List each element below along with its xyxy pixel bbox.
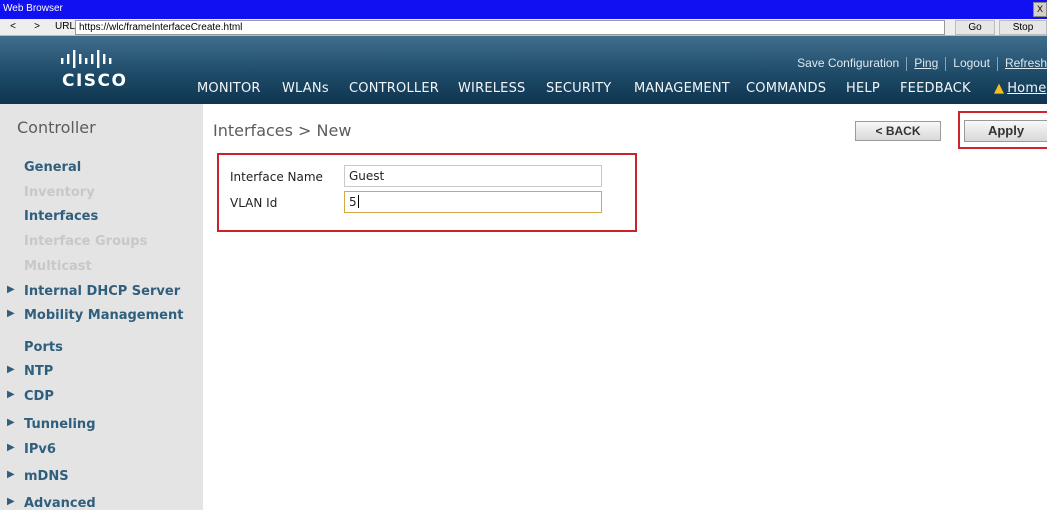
- browser-title: Web Browser: [3, 3, 63, 14]
- interface-name-field[interactable]: Guest: [344, 165, 602, 187]
- expand-arrow-icon: ▶: [7, 496, 15, 507]
- sidebar-item-internal-dhcp-server[interactable]: ▶ Internal DHCP Server: [7, 284, 181, 299]
- nav-management[interactable]: MANAGEMENT: [634, 81, 730, 96]
- nav-commands[interactable]: COMMANDS: [746, 81, 826, 96]
- expand-arrow-icon: ▶: [7, 389, 15, 400]
- sidebar-title: Controller: [17, 118, 96, 137]
- sidebar-item-label: mDNS: [24, 469, 69, 484]
- expand-arrow-icon: ▶: [7, 417, 15, 428]
- sidebar-item-interfaces[interactable]: Interfaces: [24, 209, 98, 224]
- nav-controller[interactable]: CONTROLLER: [349, 81, 439, 96]
- sidebar-item-label: Tunneling: [24, 417, 96, 432]
- sidebar-item-tunneling[interactable]: ▶ Tunneling: [7, 417, 96, 432]
- url-input[interactable]: https://wlc/frameInterfaceCreate.html: [75, 20, 945, 35]
- expand-arrow-icon: ▶: [7, 469, 15, 480]
- refresh-link[interactable]: Refresh: [1005, 56, 1047, 70]
- top-links: Save Configuration Ping Logout Refresh: [797, 56, 1047, 71]
- home-icon: ▲: [994, 81, 1005, 96]
- forward-nav-button[interactable]: >: [26, 21, 48, 34]
- stop-button[interactable]: Stop: [999, 20, 1047, 35]
- sidebar-item-interface-groups[interactable]: Interface Groups: [24, 234, 147, 249]
- nav-monitor[interactable]: MONITOR: [197, 81, 261, 96]
- interface-name-label: Interface Name: [230, 170, 323, 184]
- vlan-id-label: VLAN Id: [230, 196, 278, 210]
- nav-help[interactable]: HELP: [846, 81, 880, 96]
- sidebar-item-label: Internal DHCP Server: [24, 284, 181, 299]
- sidebar-item-label: CDP: [24, 389, 54, 404]
- back-button[interactable]: < BACK: [855, 121, 941, 141]
- nav-wireless[interactable]: WIRELESS: [458, 81, 526, 96]
- nav-home[interactable]: ▲ Home: [994, 81, 1046, 96]
- browser-url-bar: < > URL https://wlc/frameInterfaceCreate…: [0, 19, 1047, 36]
- sidebar-item-label: Advanced: [24, 496, 96, 510]
- sidebar-item-label: NTP: [24, 364, 54, 379]
- expand-arrow-icon: ▶: [7, 284, 15, 295]
- nav-feedback[interactable]: FEEDBACK: [900, 81, 971, 96]
- sidebar-item-mdns[interactable]: ▶ mDNS: [7, 469, 69, 484]
- sidebar-item-ipv6[interactable]: ▶ IPv6: [7, 442, 56, 457]
- expand-arrow-icon: ▶: [7, 442, 15, 453]
- expand-arrow-icon: ▶: [7, 308, 15, 319]
- logout-link[interactable]: Logout: [953, 56, 990, 70]
- vlan-id-value: 5: [349, 195, 357, 209]
- back-nav-button[interactable]: <: [2, 21, 24, 34]
- close-icon[interactable]: X: [1033, 2, 1047, 17]
- nav-home-label: Home: [1007, 81, 1047, 96]
- sidebar-item-label: IPv6: [24, 442, 56, 457]
- sidebar-item-advanced[interactable]: ▶ Advanced: [7, 496, 96, 510]
- sidebar-item-ntp[interactable]: ▶ NTP: [7, 364, 54, 379]
- vlan-id-field[interactable]: 5: [344, 191, 602, 213]
- sidebar-item-inventory[interactable]: Inventory: [24, 185, 95, 200]
- expand-arrow-icon: ▶: [7, 364, 15, 375]
- sidebar-item-ports[interactable]: Ports: [24, 340, 63, 355]
- save-configuration-link[interactable]: Save Configuration: [797, 56, 899, 70]
- ping-link[interactable]: Ping: [914, 56, 938, 70]
- apply-button[interactable]: Apply: [964, 120, 1047, 142]
- sidebar-item-label: Mobility Management: [24, 308, 184, 323]
- sidebar-item-multicast[interactable]: Multicast: [24, 259, 92, 274]
- browser-title-bar: Web Browser X: [0, 0, 1047, 19]
- page-title: Interfaces > New: [213, 121, 352, 140]
- sidebar-item-general[interactable]: General: [24, 160, 81, 175]
- sidebar-item-mobility-management[interactable]: ▶ Mobility Management: [7, 308, 184, 323]
- nav-security[interactable]: SECURITY: [546, 81, 611, 96]
- cisco-bars-icon: [61, 50, 112, 68]
- sidebar: Controller General Inventory Interfaces …: [0, 104, 203, 510]
- go-button[interactable]: Go: [955, 20, 995, 35]
- text-caret: [357, 195, 359, 208]
- nav-wlans[interactable]: WLANs: [282, 81, 329, 96]
- url-label: URL: [55, 21, 76, 32]
- main-nav: MONITOR WLANs CONTROLLER WIRELESS SECURI…: [0, 81, 1047, 103]
- sidebar-item-cdp[interactable]: ▶ CDP: [7, 389, 54, 404]
